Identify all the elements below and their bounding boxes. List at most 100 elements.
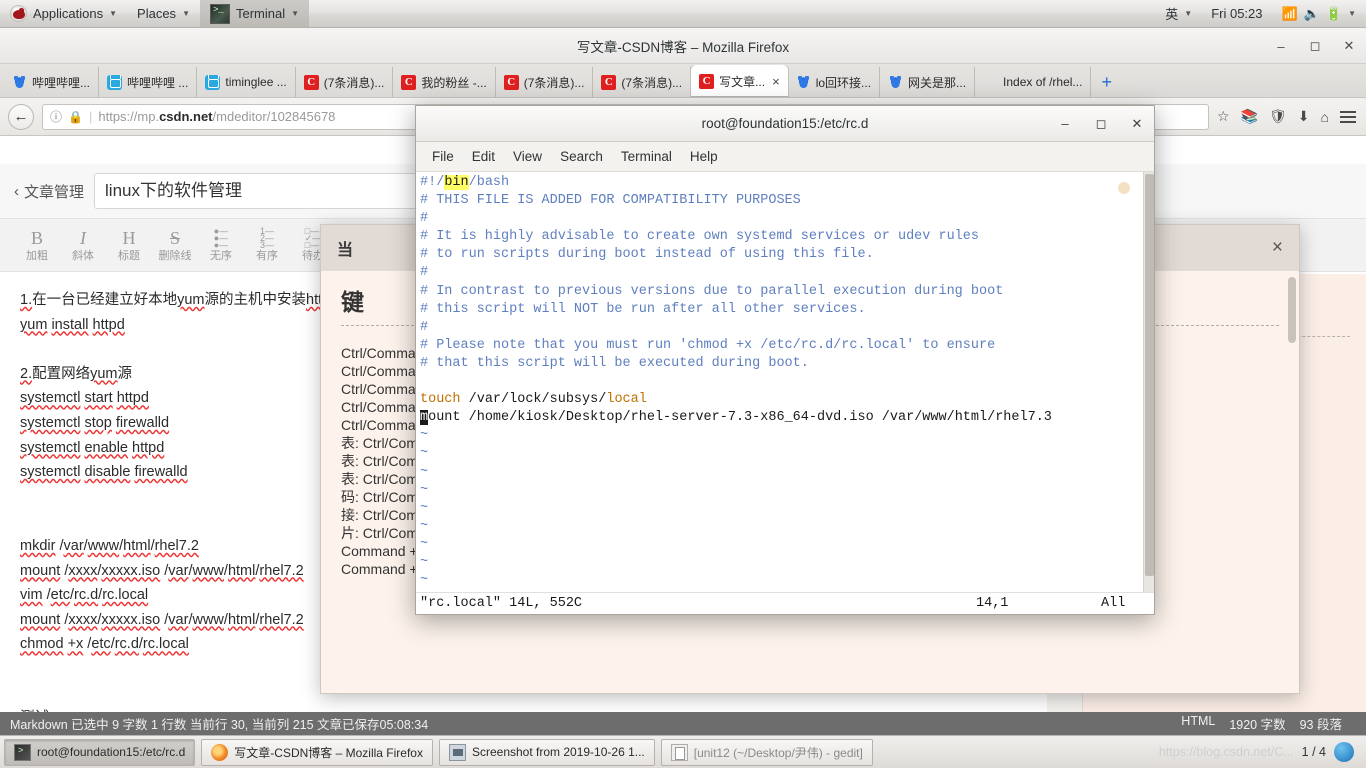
- tab-label: 哔哩哔哩...: [32, 75, 91, 90]
- system-status-area[interactable]: 📶 🔈 🔋 ▼: [1272, 6, 1366, 22]
- gedit-icon: [670, 743, 688, 761]
- browser-tab[interactable]: C (7条消息)...: [496, 67, 594, 97]
- screen: Applications ▼ Places ▼ >_ Terminal ▼ 英 …: [0, 0, 1366, 768]
- firefox-tabstrip: 哔哩哔哩... 哔哩哔哩 ... timinglee ... C (7条消息)... C 我…: [0, 64, 1366, 98]
- md-tool-heading[interactable]: H 标题: [106, 228, 152, 263]
- url-domain: csdn.net: [159, 109, 213, 124]
- terminal-menu-file[interactable]: File: [432, 149, 454, 164]
- csdn-status-paragraphs: 93 段落: [1299, 718, 1342, 732]
- terminal-menu-search[interactable]: Search: [560, 149, 603, 164]
- shortcuts-dialog-title: 当: [337, 242, 354, 259]
- download-icon[interactable]: ⬇: [1298, 108, 1310, 125]
- minimize-button[interactable]: –: [1058, 116, 1072, 131]
- tab-label: 我的粉丝 -...: [421, 75, 487, 90]
- md-tool-strikethrough[interactable]: S 删除线: [152, 228, 198, 263]
- csdn-status-right: HTML 1920 字数 93 段落: [1181, 714, 1356, 733]
- tab-label: 网关是那...: [908, 75, 967, 90]
- panel-tray: 英 ▼ Fri 05:23 📶 🔈 🔋 ▼: [1155, 4, 1366, 23]
- md-tool-unordered-list[interactable]: ●— ●— ●— 无序: [198, 225, 244, 263]
- browser-tab[interactable]: 哔哩哔哩 ...: [99, 67, 198, 97]
- vim-cursor-position: 14,1: [976, 596, 1009, 611]
- tab-close-icon[interactable]: ×: [772, 74, 780, 89]
- taskbar-item[interactable]: 写文章-CSDN博客 – Mozilla Firefox: [201, 738, 433, 766]
- maximize-button[interactable]: ◻: [1094, 116, 1108, 132]
- browser-tab[interactable]: lo回环接...: [788, 67, 881, 97]
- applications-menu[interactable]: Applications ▼: [0, 0, 127, 27]
- vim-empty-line-marker: ~: [420, 428, 429, 444]
- firefox-window-title: 写文章-CSDN博客 – Mozilla Firefox: [576, 39, 790, 55]
- terminal-menubar: File Edit View Search Terminal Help: [416, 142, 1154, 172]
- taskbar-item[interactable]: [unit12 (~/Desktop/尹伟) - gedit]: [660, 738, 873, 766]
- terminal-menu-help[interactable]: Help: [690, 149, 718, 164]
- terminal-scrollbar[interactable]: [1143, 172, 1154, 592]
- volume-muted-icon: 🔈: [1303, 5, 1320, 21]
- tab-label: (7条消息)...: [621, 75, 683, 90]
- back-to-article-management[interactable]: ‹ 文章管理: [14, 181, 84, 202]
- new-tab-button[interactable]: +: [1091, 67, 1122, 97]
- taskbar-item[interactable]: Screenshot from 2019-10-26 1...: [438, 738, 655, 766]
- md-tool-label: 斜体: [72, 249, 94, 262]
- browser-tab[interactable]: C (7条消息)...: [593, 67, 692, 97]
- close-button[interactable]: ✕: [1340, 38, 1358, 54]
- back-button[interactable]: ←: [8, 103, 34, 130]
- library-icon[interactable]: 📚: [1241, 108, 1258, 125]
- browser-tab[interactable]: timinglee ...: [197, 67, 296, 97]
- terminal-menu-edit[interactable]: Edit: [472, 149, 495, 164]
- terminal-line: # In contrast to previous versions due t…: [417, 283, 1154, 301]
- taskbar-item[interactable]: root@foundation15:/etc/rc.d: [4, 738, 196, 766]
- shield-icon[interactable]: 🛡: [1269, 108, 1287, 125]
- terminal-menu-terminal[interactable]: Terminal: [621, 149, 672, 164]
- unordered-list-icon: ●— ●— ●—: [213, 225, 229, 250]
- md-tool-label: 有序: [256, 249, 278, 262]
- browser-tab[interactable]: 网关是那...: [880, 67, 976, 97]
- browser-tab[interactable]: C 写文章... ×: [691, 65, 788, 97]
- maximize-button[interactable]: ◻: [1306, 38, 1324, 54]
- tab-label: (7条消息)...: [323, 75, 385, 90]
- clock[interactable]: Fri 05:23: [1202, 6, 1271, 21]
- terminal-line: touch /var/lock/subsys/local: [417, 391, 1154, 409]
- browser-tab[interactable]: C 我的粉丝 -...: [393, 67, 496, 97]
- menu-icon[interactable]: [1340, 108, 1356, 126]
- vim-status-line: "rc.local" 14L, 552C 14,1 All: [416, 592, 1154, 614]
- baidu-icon: [12, 74, 27, 90]
- browser-tab[interactable]: C (7条消息)...: [296, 67, 394, 97]
- terminal-line: # that this script will be executed duri…: [417, 355, 1154, 373]
- workspace-pager[interactable]: 1 / 4: [1302, 745, 1326, 759]
- input-method-indicator[interactable]: 英 ▼: [1155, 4, 1202, 23]
- bilibili-icon: [107, 74, 123, 90]
- tab-label: Index of /rhel...: [1003, 75, 1083, 89]
- md-tool-bold[interactable]: B 加粗: [14, 228, 60, 263]
- toolbar-icons: ☆ 📚 🛡 ⬇ ⌂: [1217, 108, 1358, 126]
- workspace-indicator-icon[interactable]: [1334, 742, 1354, 762]
- wifi-icon: 📶: [1281, 5, 1298, 21]
- minimize-button[interactable]: –: [1272, 39, 1290, 54]
- md-tool-italic[interactable]: I 斜体: [60, 228, 106, 263]
- page-info-icon[interactable]: ⓘ: [50, 108, 62, 125]
- star-icon[interactable]: ☆: [1217, 108, 1230, 125]
- terminal-text: # Please note that you must run 'chmod +…: [420, 337, 996, 353]
- terminal-line: #: [417, 210, 1154, 228]
- browser-tab[interactable]: Index of /rhel...: [975, 67, 1092, 97]
- bold-icon: B: [30, 227, 43, 248]
- close-button[interactable]: ✕: [1130, 116, 1144, 132]
- terminal-text-area[interactable]: #!/bin/bash # THIS FILE IS ADDED FOR COMP…: [416, 172, 1154, 592]
- terminal-line: # to run scripts during boot instead of …: [417, 246, 1154, 264]
- terminal-menu-view[interactable]: View: [513, 149, 542, 164]
- watermark: https://blog.csdn.net/C...: [1158, 745, 1294, 759]
- active-app-menu[interactable]: >_ Terminal ▼: [199, 0, 310, 27]
- places-menu[interactable]: Places ▼: [127, 0, 200, 27]
- close-icon[interactable]: ×: [1272, 237, 1283, 259]
- vim-empty-line-marker: ~: [420, 500, 429, 516]
- vim-file-info: "rc.local" 14L, 552C: [420, 596, 583, 611]
- browser-tab[interactable]: 哔哩哔哩...: [4, 67, 100, 97]
- home-icon[interactable]: ⌂: [1321, 109, 1329, 125]
- chevron-down-icon: ▼: [291, 9, 300, 18]
- terminal-text: # to run scripts during boot instead of …: [420, 247, 874, 263]
- blank-favicon-icon: [983, 75, 998, 90]
- strikethrough-icon: S: [169, 227, 180, 248]
- md-tool-ordered-list[interactable]: 1— 2— 3— 有序: [244, 226, 290, 263]
- vim-empty-line-marker: ~: [420, 536, 429, 552]
- md-tool-label: 删除线: [158, 249, 192, 262]
- shortcuts-scrollbar[interactable]: [1288, 277, 1296, 343]
- screenshot-icon: [448, 743, 466, 761]
